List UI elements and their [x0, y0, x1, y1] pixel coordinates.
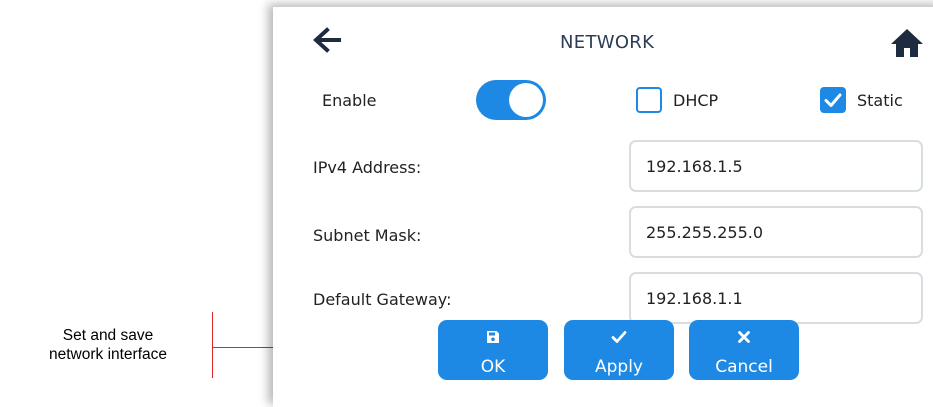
default-gateway-input[interactable]: 192.168.1.1	[629, 272, 923, 324]
gateway-value: 192.168.1.1	[646, 289, 743, 308]
checkmark-icon	[824, 93, 842, 107]
back-button[interactable]	[311, 27, 345, 53]
arrow-left-icon	[313, 27, 341, 53]
static-checkbox[interactable]	[820, 87, 846, 113]
static-label: Static	[857, 91, 903, 110]
cancel-button[interactable]: Cancel	[689, 320, 799, 380]
cancel-label: Cancel	[715, 357, 773, 377]
callout-vertical-line	[212, 312, 213, 378]
home-button[interactable]	[889, 27, 925, 59]
ipv4-address-input[interactable]: 192.168.1.5	[629, 140, 923, 192]
network-settings-panel: NETWORK Enable DHCP Static IPv4 Address:…	[273, 7, 933, 407]
gateway-label: Default Gateway:	[313, 290, 452, 309]
page-title: NETWORK	[560, 32, 655, 53]
toggle-knob	[509, 83, 543, 117]
dhcp-label: DHCP	[673, 91, 719, 110]
subnet-mask-input[interactable]: 255.255.255.0	[629, 206, 923, 258]
callout-line-2: network interface	[48, 346, 168, 363]
subnet-label: Subnet Mask:	[313, 226, 422, 245]
enable-toggle[interactable]	[476, 80, 546, 120]
home-icon	[891, 29, 923, 57]
check-icon	[611, 331, 627, 343]
ok-label: OK	[480, 357, 506, 377]
subnet-value: 255.255.255.0	[646, 223, 764, 242]
close-icon	[738, 331, 750, 343]
dhcp-checkbox[interactable]	[636, 87, 662, 113]
save-icon	[487, 331, 499, 343]
apply-button[interactable]: Apply	[564, 320, 674, 380]
callout-line-1: Set and save	[62, 327, 154, 344]
ok-button[interactable]: OK	[438, 320, 548, 380]
ipv4-label: IPv4 Address:	[313, 158, 422, 177]
apply-label: Apply	[595, 357, 643, 377]
enable-label: Enable	[322, 91, 377, 110]
panel-header: NETWORK	[273, 7, 933, 77]
callout-annotation: Set and save network interface	[18, 326, 198, 364]
ipv4-value: 192.168.1.5	[646, 157, 743, 176]
